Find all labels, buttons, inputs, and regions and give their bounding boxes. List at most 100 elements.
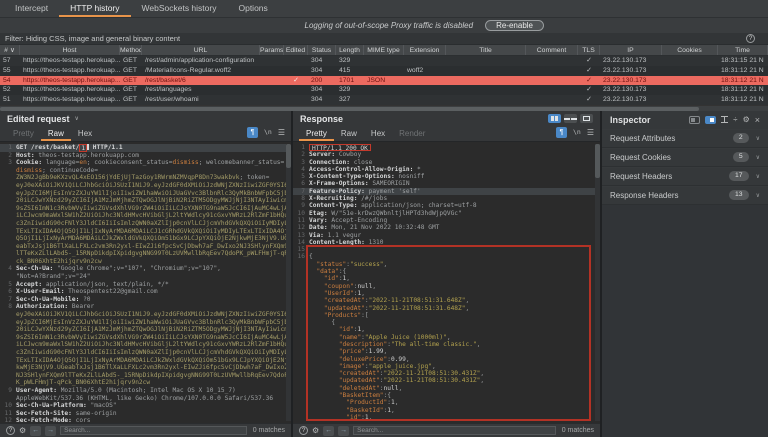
column-header[interactable]: Method [120, 45, 142, 55]
column-header[interactable]: Status [308, 45, 336, 55]
column-header[interactable]: Host [20, 45, 120, 55]
chevron-down-icon[interactable]: ∨ [756, 135, 760, 142]
cell: https://theos-testapp.herokuap... [23, 66, 120, 74]
table-row[interactable]: 51 https://theos-testapp.herokuap... GET/r… [0, 95, 768, 105]
search-input[interactable] [353, 426, 556, 435]
inspector-split-icon[interactable]: ÷ [733, 115, 737, 124]
tab-options[interactable]: Options [227, 0, 278, 17]
table-row[interactable]: 52 https://theos-testapp.herokuap... GET/r… [0, 85, 768, 96]
column-header[interactable]: Edited [284, 45, 308, 55]
main-tabs: Intercept HTTP history WebSockets history O… [0, 0, 768, 18]
cell: 1701 [339, 76, 355, 84]
search-input[interactable] [60, 426, 247, 435]
chevron-down-icon[interactable]: ∨ [756, 154, 760, 161]
help-icon[interactable]: ? [6, 426, 15, 435]
editor-menu-icon[interactable]: ☰ [278, 128, 285, 137]
code-line: 6 X-Frame-Options: SAMEORIGIN [301, 180, 410, 188]
column-header[interactable]: # ∨ [0, 45, 20, 55]
code-line: 2 Server: Cowboy [301, 151, 362, 159]
response-tab-raw[interactable]: Raw [334, 128, 364, 141]
response-scrollbar[interactable] [595, 143, 600, 421]
column-header[interactable]: Params [260, 45, 284, 55]
inspector-section-request-headers[interactable]: Request Headers 17 ∨ [602, 166, 768, 186]
inspector-section-request-cookies[interactable]: Request Cookies 5 ∨ [602, 147, 768, 167]
next-match-button[interactable]: → [45, 425, 57, 436]
cell [260, 85, 284, 95]
table-row[interactable]: 55 https://theos-testapp.herokuap... GET/M… [0, 65, 768, 76]
code-line: 15 [297, 246, 305, 254]
layout-single-button[interactable] [580, 114, 593, 124]
response-editor[interactable]: 1 HTTP/1.1 200 OK 2 Server: Cowboy 3 Connecti… [293, 141, 600, 423]
column-header[interactable]: Title [446, 45, 526, 55]
show-nonprintables-icon[interactable]: ¶ [556, 126, 567, 138]
help-icon[interactable]: ? [299, 426, 308, 435]
gear-icon[interactable]: ⚙ [743, 115, 750, 124]
gear-icon[interactable]: ⚙ [312, 426, 319, 435]
next-match-button[interactable]: → [338, 425, 350, 436]
column-header[interactable]: IP [600, 45, 662, 55]
column-header[interactable]: Time [718, 45, 768, 55]
prev-match-button[interactable]: ← [323, 425, 335, 436]
layout-rows-button[interactable] [564, 114, 577, 124]
close-icon[interactable]: × [755, 115, 760, 125]
response-tab-hex[interactable]: Hex [364, 128, 392, 141]
table-row[interactable]: 54 https://theos-testapp.herokuap... GET/r… [0, 75, 768, 86]
scrollbar-thumb[interactable] [595, 143, 600, 178]
history-table: 57 https://theos-testapp.herokuap... GET/r… [0, 56, 768, 105]
filter-help-icon[interactable]: ? [746, 34, 755, 43]
cell [364, 66, 404, 76]
column-header[interactable]: Extension [404, 45, 446, 55]
code-line: eyJpZCI6MjEsInVzZXJuYW1lIjoiIiwiZW1haWwi… [16, 318, 288, 326]
code-line: "deletedAt": null, [338, 384, 403, 392]
inspector-empty-area [602, 204, 768, 437]
inspector-toggle-on-icon[interactable] [705, 115, 717, 124]
response-tab-pretty[interactable]: Pretty [299, 128, 334, 141]
code-line: { [309, 319, 336, 327]
request-tab-pretty[interactable]: Pretty [6, 128, 41, 141]
response-editor-icons: ¶ \n ☰ [556, 126, 594, 141]
newline-toggle-icon[interactable]: \n [573, 128, 581, 136]
logging-banner: Logging of out-of-scope Proxy traffic is… [0, 18, 768, 33]
table-row[interactable]: 57 https://theos-testapp.herokuap... GET/r… [0, 56, 768, 66]
prev-match-button[interactable]: ← [30, 425, 42, 436]
request-scrollbar[interactable] [286, 143, 291, 421]
column-header[interactable]: Comment [526, 45, 578, 55]
editor-menu-icon[interactable]: ☰ [587, 128, 594, 137]
column-header[interactable]: Cookies [662, 45, 718, 55]
section-label: Request Attributes [610, 133, 676, 143]
column-header[interactable]: URL [142, 45, 260, 55]
cell [284, 56, 308, 66]
column-header[interactable]: TLS [578, 45, 600, 55]
code-line: "description": "The all-time classic.", [338, 341, 481, 348]
code-line: eyJpZCI6MjEsInVzZXJuYW1lIjoiIiwiZW1haWwi… [16, 189, 288, 197]
newline-toggle-icon[interactable]: \n [264, 128, 272, 136]
request-tab-hex[interactable]: Hex [71, 128, 99, 141]
column-header[interactable]: Length [336, 45, 364, 55]
request-tab-raw[interactable]: Raw [41, 128, 71, 141]
request-editor[interactable]: 1 GET /rest/basket/1 HTTP/1.1 2 Host: theos… [0, 141, 291, 423]
chevron-down-icon[interactable]: ∨ [756, 192, 760, 199]
chevron-down-icon[interactable]: ∨ [75, 115, 79, 122]
scrollbar-thumb[interactable] [286, 143, 291, 168]
inspector-section-request-attributes[interactable]: Request Attributes 2 ∨ [602, 128, 768, 148]
filter-bar[interactable]: Filter: Hiding CSS, image and general bi… [0, 33, 768, 45]
inspector-toggle-off-icon[interactable] [689, 115, 701, 124]
code-line: 14 Content-Length: 1310 [297, 238, 384, 246]
inspector-ibeam-icon[interactable] [721, 116, 729, 124]
cell: 23.22.130.173 [603, 66, 647, 74]
tab-http-history[interactable]: HTTP history [59, 0, 130, 17]
response-tab-render[interactable]: Render [392, 128, 432, 141]
tab-intercept[interactable]: Intercept [4, 0, 59, 17]
chevron-down-icon[interactable]: ∨ [756, 173, 760, 180]
request-selector[interactable]: Edited request [7, 114, 70, 124]
cell: JSON [367, 76, 386, 84]
re-enable-button[interactable]: Re-enable [485, 20, 544, 31]
gear-icon[interactable]: ⚙ [19, 426, 26, 435]
code-line: "deluxePrice":0.99, [338, 355, 410, 363]
inspector-section-response-headers[interactable]: Response Headers 13 ∨ [602, 185, 768, 205]
column-header[interactable]: MIME type [364, 45, 404, 55]
cell [260, 76, 284, 86]
tab-websockets-history[interactable]: WebSockets history [131, 0, 228, 17]
layout-columns-button[interactable] [548, 114, 561, 124]
show-nonprintables-icon[interactable]: ¶ [247, 126, 258, 138]
